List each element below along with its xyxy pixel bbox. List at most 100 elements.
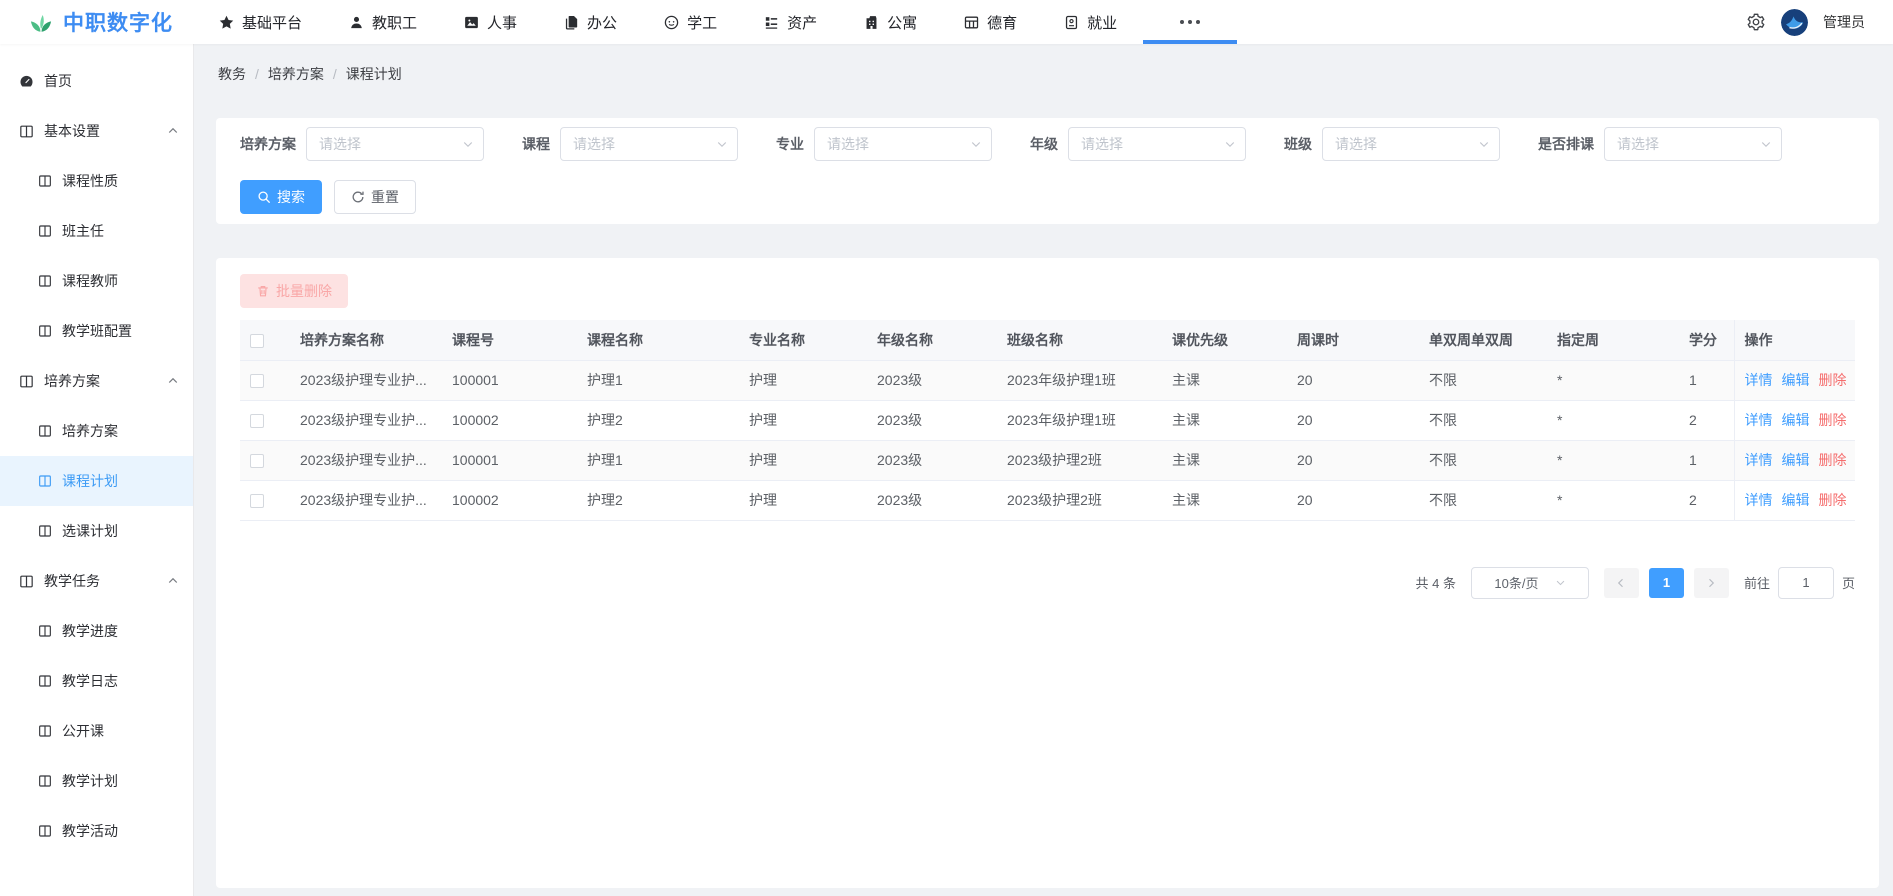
delete-link[interactable]: 删除	[1819, 372, 1847, 388]
select-placeholder: 请选择	[573, 134, 615, 154]
nav-item-apartment[interactable]: 公寓	[840, 0, 940, 44]
sidebar-section-label: 教学任务	[44, 571, 100, 591]
nav-item-staff[interactable]: 教职工	[325, 0, 440, 44]
nav-item-hr[interactable]: 人事	[440, 0, 540, 44]
filter-field-training-program: 培养方案 请选择	[240, 127, 484, 161]
course-select[interactable]: 请选择	[560, 127, 738, 161]
sidebar-item-course-teacher[interactable]: 课程教师	[0, 256, 193, 306]
cell-course-no: 100001	[442, 440, 577, 480]
row-checkbox[interactable]	[250, 414, 264, 428]
goto-label: 前往	[1744, 573, 1770, 592]
column-header: 周课时	[1287, 320, 1419, 360]
sidebar-section-teaching-tasks[interactable]: 教学任务	[0, 556, 193, 606]
building-icon	[863, 14, 880, 31]
cell-program-name: 2023级护理专业护...	[290, 400, 442, 440]
sidebar-item-teaching-progress[interactable]: 教学进度	[0, 606, 193, 656]
goto-page-input[interactable]	[1778, 567, 1834, 599]
sidebar-item-head-teacher[interactable]: 班主任	[0, 206, 193, 256]
delete-link[interactable]: 删除	[1819, 452, 1847, 468]
batch-delete-button[interactable]: 批量删除	[240, 274, 348, 308]
nav-item-more[interactable]	[1140, 0, 1240, 44]
cell-course-name: 护理1	[577, 440, 739, 480]
cell-class: 2023级护理2班	[997, 480, 1162, 520]
sidebar-item-training-program[interactable]: 培养方案	[0, 406, 193, 456]
select-placeholder: 请选择	[319, 134, 361, 154]
nav-item-moral-education[interactable]: 德育	[940, 0, 1040, 44]
detail-link[interactable]: 详情	[1745, 492, 1773, 508]
sidebar-item-teaching-activity[interactable]: 教学活动	[0, 806, 193, 856]
select-placeholder: 请选择	[1081, 134, 1123, 154]
row-checkbox[interactable]	[250, 494, 264, 508]
sidebar: 首页 基本设置 课程性质 班主任 课程教师 教学班配置 培养方案	[0, 44, 194, 896]
user-avatar[interactable]	[1781, 9, 1808, 36]
page-number-1[interactable]: 1	[1649, 568, 1684, 598]
edit-link[interactable]: 编辑	[1782, 412, 1810, 428]
cell-grade: 2023级	[867, 440, 997, 480]
filter-field-scheduled: 是否排课 请选择	[1538, 127, 1782, 161]
row-checkbox[interactable]	[250, 454, 264, 468]
sidebar-item-teaching-class-config[interactable]: 教学班配置	[0, 306, 193, 356]
delete-link[interactable]: 删除	[1819, 492, 1847, 508]
user-name[interactable]: 管理员	[1823, 12, 1865, 32]
training-program-select[interactable]: 请选择	[306, 127, 484, 161]
select-all-checkbox[interactable]	[250, 334, 264, 348]
class-select[interactable]: 请选择	[1322, 127, 1500, 161]
sidebar-item-teaching-log[interactable]: 教学日志	[0, 656, 193, 706]
delete-link[interactable]: 删除	[1819, 412, 1847, 428]
search-icon	[257, 190, 271, 204]
prev-page-button[interactable]	[1604, 568, 1639, 598]
cell-major: 护理	[739, 440, 867, 480]
sidebar-item-home[interactable]: 首页	[0, 56, 193, 106]
top-bar: 中职数字化 基础平台 教职工 人事 办公 学工 资产 公寓	[0, 0, 1893, 44]
sidebar-item-course-plan[interactable]: 课程计划	[0, 456, 193, 506]
scheduled-select[interactable]: 请选择	[1604, 127, 1782, 161]
breadcrumb-item[interactable]: 教务	[218, 64, 246, 84]
breadcrumb-item[interactable]: 培养方案	[268, 64, 324, 84]
chevron-down-icon	[1760, 138, 1772, 150]
column-header: 年级名称	[867, 320, 997, 360]
sidebar-item-label: 班主任	[62, 221, 104, 241]
edit-link[interactable]: 编辑	[1782, 452, 1810, 468]
sidebar-section-basic-settings[interactable]: 基本设置	[0, 106, 193, 156]
cell-week-parity: 不限	[1419, 440, 1547, 480]
sidebar-section-training-program[interactable]: 培养方案	[0, 356, 193, 406]
nav-item-students[interactable]: 学工	[640, 0, 740, 44]
sidebar-item-course-nature[interactable]: 课程性质	[0, 156, 193, 206]
nav-item-assets[interactable]: 资产	[740, 0, 840, 44]
detail-link[interactable]: 详情	[1745, 372, 1773, 388]
nav-item-label: 人事	[487, 12, 517, 33]
row-checkbox[interactable]	[250, 374, 264, 388]
nav-item-label: 公寓	[887, 12, 917, 33]
sidebar-item-open-class[interactable]: 公开课	[0, 706, 193, 756]
cell-program-name: 2023级护理专业护...	[290, 360, 442, 400]
sidebar-item-label: 首页	[44, 71, 72, 91]
edit-link[interactable]: 编辑	[1782, 492, 1810, 508]
next-page-button[interactable]	[1694, 568, 1729, 598]
page-size-select[interactable]: 10条/页	[1471, 567, 1589, 599]
cell-weekly-hours: 20	[1287, 440, 1419, 480]
detail-link[interactable]: 详情	[1745, 412, 1773, 428]
filter-label: 年级	[1030, 134, 1058, 154]
table-row: 2023级护理专业护... 100001 护理1 护理 2023级 2023年级…	[240, 360, 1855, 400]
book-icon	[37, 823, 53, 839]
nav-item-office[interactable]: 办公	[540, 0, 640, 44]
reset-button[interactable]: 重置	[334, 180, 416, 214]
book-icon	[37, 173, 53, 189]
detail-link[interactable]: 详情	[1745, 452, 1773, 468]
nav-item-employment[interactable]: 就业	[1040, 0, 1140, 44]
grade-select[interactable]: 请选择	[1068, 127, 1246, 161]
edit-link[interactable]: 编辑	[1782, 372, 1810, 388]
trash-icon	[256, 284, 270, 298]
gear-icon[interactable]	[1746, 12, 1766, 32]
book-icon	[18, 373, 35, 390]
cell-week-parity: 不限	[1419, 480, 1547, 520]
chevron-up-icon	[167, 375, 179, 387]
nav-item-platform[interactable]: 基础平台	[195, 0, 325, 44]
major-select[interactable]: 请选择	[814, 127, 992, 161]
book-icon	[37, 323, 53, 339]
nav-item-label: 办公	[587, 12, 617, 33]
sidebar-item-teaching-plan[interactable]: 教学计划	[0, 756, 193, 806]
search-button[interactable]: 搜索	[240, 180, 322, 214]
sidebar-item-course-selection-plan[interactable]: 选课计划	[0, 506, 193, 556]
brand[interactable]: 中职数字化	[28, 7, 173, 37]
